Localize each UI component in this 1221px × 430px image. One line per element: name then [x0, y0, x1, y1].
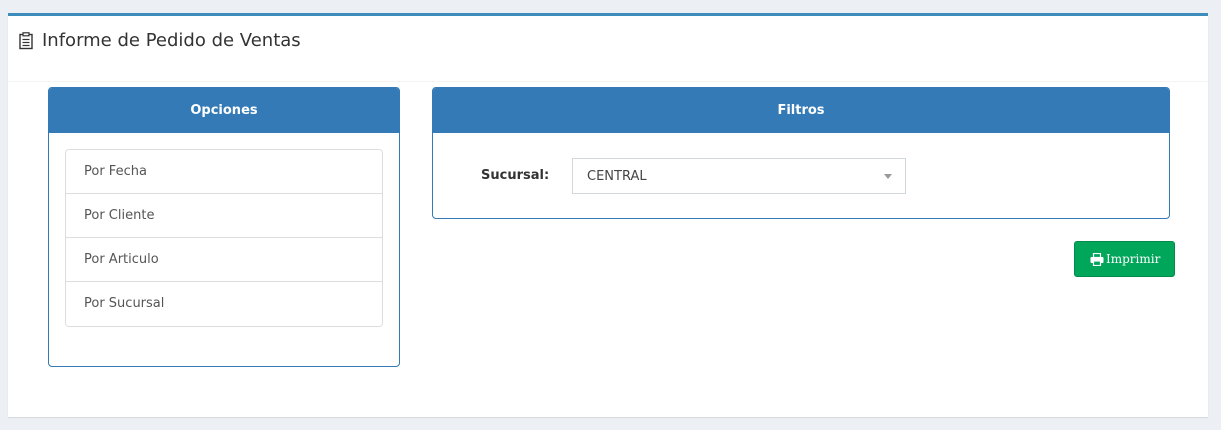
page-title: Informe de Pedido de Ventas [42, 30, 301, 51]
options-panel: Opciones Por Fecha Por Cliente Por Artic… [48, 87, 400, 367]
filters-panel-heading: Filtros [433, 88, 1169, 133]
sucursal-select-value: CENTRAL [587, 169, 647, 184]
print-button-label: Imprimir [1106, 252, 1161, 266]
printer-icon [1090, 252, 1104, 267]
clipboard-icon [18, 32, 34, 50]
report-box: Informe de Pedido de Ventas Opciones Por… [8, 13, 1208, 417]
option-por-sucursal[interactable]: Por Sucursal [66, 282, 382, 326]
chevron-down-icon [884, 174, 892, 179]
filters-panel: Filtros Sucursal: CENTRAL [432, 87, 1170, 219]
options-panel-heading: Opciones [49, 88, 399, 133]
option-por-articulo[interactable]: Por Articulo [66, 238, 382, 282]
options-list: Por Fecha Por Cliente Por Articulo Por S… [65, 149, 383, 327]
option-por-fecha[interactable]: Por Fecha [66, 150, 382, 194]
sucursal-select[interactable]: CENTRAL [572, 158, 906, 194]
option-por-cliente[interactable]: Por Cliente [66, 194, 382, 238]
sucursal-label: Sucursal: [481, 168, 550, 183]
print-button[interactable]: Imprimir [1074, 241, 1175, 277]
box-header: Informe de Pedido de Ventas [8, 16, 1208, 82]
